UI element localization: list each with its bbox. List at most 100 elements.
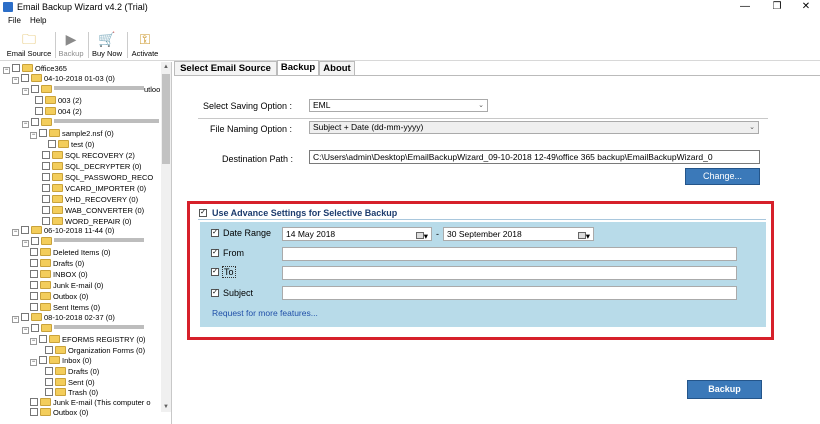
tree-item[interactable]: −	[22, 117, 159, 128]
calendar-icon[interactable]: ▾	[415, 230, 428, 240]
checkbox-icon[interactable]	[45, 346, 53, 354]
checkbox-icon[interactable]	[42, 162, 50, 170]
tree-item[interactable]: Outbox (0)	[30, 407, 88, 418]
tree-item[interactable]: Drafts (0)	[45, 366, 99, 377]
scroll-thumb[interactable]	[162, 74, 170, 164]
checkbox-icon[interactable]	[21, 74, 29, 82]
collapse-icon[interactable]: −	[22, 121, 29, 128]
checkbox-icon[interactable]	[31, 324, 39, 332]
collapse-icon[interactable]: −	[12, 77, 19, 84]
checkbox-icon[interactable]	[31, 118, 39, 126]
checkbox-icon[interactable]	[30, 408, 38, 416]
checkbox-icon[interactable]	[30, 398, 38, 406]
date-from-picker[interactable]: 14 May 2018 ▾	[282, 227, 432, 241]
to-checkbox[interactable]: ✓	[211, 268, 219, 276]
checkbox-icon[interactable]	[42, 195, 50, 203]
tree-item[interactable]: SQL RECOVERY (2)	[42, 150, 135, 161]
tree-item[interactable]: WAB_CONVERTER (0)	[42, 205, 144, 216]
change-button[interactable]: Change...	[685, 168, 760, 185]
naming-option-select[interactable]: Subject + Date (dd-mm-yyyy) ⌄	[309, 121, 759, 134]
tree-item[interactable]: test (0)	[48, 139, 94, 150]
menu-help[interactable]: Help	[30, 16, 46, 25]
tree-scrollbar[interactable]: ▲ ▼	[161, 62, 171, 412]
checkbox-icon[interactable]	[30, 303, 38, 311]
checkbox-icon[interactable]	[42, 151, 50, 159]
tree-item[interactable]: −04-10-2018 01-03 (0)	[12, 73, 115, 84]
menu-file[interactable]: File	[8, 16, 21, 25]
date-range-checkbox[interactable]: ✓	[211, 229, 219, 237]
checkbox-icon[interactable]	[48, 140, 56, 148]
checkbox-icon[interactable]	[39, 356, 47, 364]
checkbox-icon[interactable]	[39, 335, 47, 343]
checkbox-icon[interactable]	[30, 281, 38, 289]
collapse-icon[interactable]: −	[22, 327, 29, 334]
checkbox-icon[interactable]	[42, 173, 50, 181]
checkbox-icon[interactable]	[21, 313, 29, 321]
tree-item[interactable]: − EFORMS REGISTRY (0)	[30, 334, 146, 345]
tree-item[interactable]: − Inbox (0)	[30, 355, 92, 366]
tree-item[interactable]: SQL_PASSWORD_RECO	[42, 172, 153, 183]
collapse-icon[interactable]: −	[22, 240, 29, 247]
checkbox-icon[interactable]	[30, 259, 38, 267]
close-button[interactable]: ✕	[791, 0, 820, 15]
from-checkbox[interactable]: ✓	[211, 249, 219, 257]
scroll-up-icon[interactable]: ▲	[161, 62, 171, 72]
tree-item[interactable]: VCARD_IMPORTER (0)	[42, 183, 146, 194]
checkbox-icon[interactable]	[30, 270, 38, 278]
collapse-icon[interactable]: −	[30, 338, 37, 345]
checkbox-icon[interactable]	[21, 226, 29, 234]
tree-item[interactable]: − sample2.nsf (0)	[30, 128, 114, 139]
tree-item[interactable]: VHD_RECOVERY (0)	[42, 194, 138, 205]
destination-path-field[interactable]: C:\Users\admin\Desktop\EmailBackupWizard…	[309, 150, 760, 164]
email-source-button[interactable]: 🗀 Email Source	[6, 30, 52, 60]
tree-item[interactable]: Junk E-mail (0)	[30, 280, 103, 291]
more-features-link[interactable]: Request for more features...	[212, 308, 318, 318]
advance-settings-checkbox[interactable]: ✓	[199, 209, 207, 217]
tree-item[interactable]: SQL_DECRYPTER (0)	[42, 161, 142, 172]
collapse-icon[interactable]: −	[12, 316, 19, 323]
subject-checkbox[interactable]: ✓	[211, 289, 219, 297]
tab-select-email-source[interactable]: Select Email Source	[174, 61, 277, 75]
checkbox-icon[interactable]	[45, 378, 53, 386]
to-input[interactable]	[282, 266, 737, 280]
checkbox-icon[interactable]	[31, 237, 39, 245]
from-input[interactable]	[282, 247, 737, 261]
collapse-icon[interactable]: −	[30, 132, 37, 139]
checkbox-icon[interactable]	[39, 129, 47, 137]
checkbox-icon[interactable]	[30, 292, 38, 300]
backup-button[interactable]: Backup	[687, 380, 762, 399]
checkbox-icon[interactable]	[42, 217, 50, 225]
tree-item[interactable]: − utloo	[22, 84, 160, 95]
tree-item[interactable]: Deleted Items (0)	[30, 247, 111, 258]
tree-item[interactable]: −06-10-2018 11-44 (0)	[12, 225, 114, 236]
checkbox-icon[interactable]	[42, 184, 50, 192]
checkbox-icon[interactable]	[30, 248, 38, 256]
checkbox-icon[interactable]	[12, 64, 20, 72]
date-to-picker[interactable]: 30 September 2018 ▾	[443, 227, 594, 241]
saving-option-select[interactable]: EML ⌄	[309, 99, 488, 112]
tree-item[interactable]: −08-10-2018 02-37 (0)	[12, 312, 115, 323]
collapse-icon[interactable]: −	[22, 88, 29, 95]
checkbox-icon[interactable]	[45, 367, 53, 375]
checkbox-icon[interactable]	[42, 206, 50, 214]
tree-item[interactable]: Outbox (0)	[30, 291, 88, 302]
checkbox-icon[interactable]	[35, 96, 43, 104]
activate-button[interactable]: ⚿ Activate	[130, 30, 160, 60]
tree-item[interactable]: −	[22, 323, 144, 334]
restore-button[interactable]: ❐	[762, 0, 792, 15]
collapse-icon[interactable]: −	[3, 67, 10, 74]
calendar-icon[interactable]: ▾	[577, 230, 590, 240]
tree-item[interactable]: Drafts (0)	[30, 258, 84, 269]
tab-backup[interactable]: Backup	[277, 60, 319, 76]
tree-item[interactable]: INBOX (0)	[30, 269, 88, 280]
tree-item[interactable]: 004 (2)	[35, 106, 82, 117]
collapse-icon[interactable]: −	[12, 229, 19, 236]
collapse-icon[interactable]: −	[30, 359, 37, 366]
buy-now-button[interactable]: 🛒 Buy Now	[90, 30, 124, 60]
minimize-button[interactable]: —	[730, 0, 760, 15]
tab-about[interactable]: About	[319, 61, 355, 75]
subject-input[interactable]	[282, 286, 737, 300]
backup-toolbar-button[interactable]: ▶ Backup	[57, 30, 85, 60]
tree-item[interactable]: 003 (2)	[35, 95, 82, 106]
checkbox-icon[interactable]	[45, 388, 53, 396]
